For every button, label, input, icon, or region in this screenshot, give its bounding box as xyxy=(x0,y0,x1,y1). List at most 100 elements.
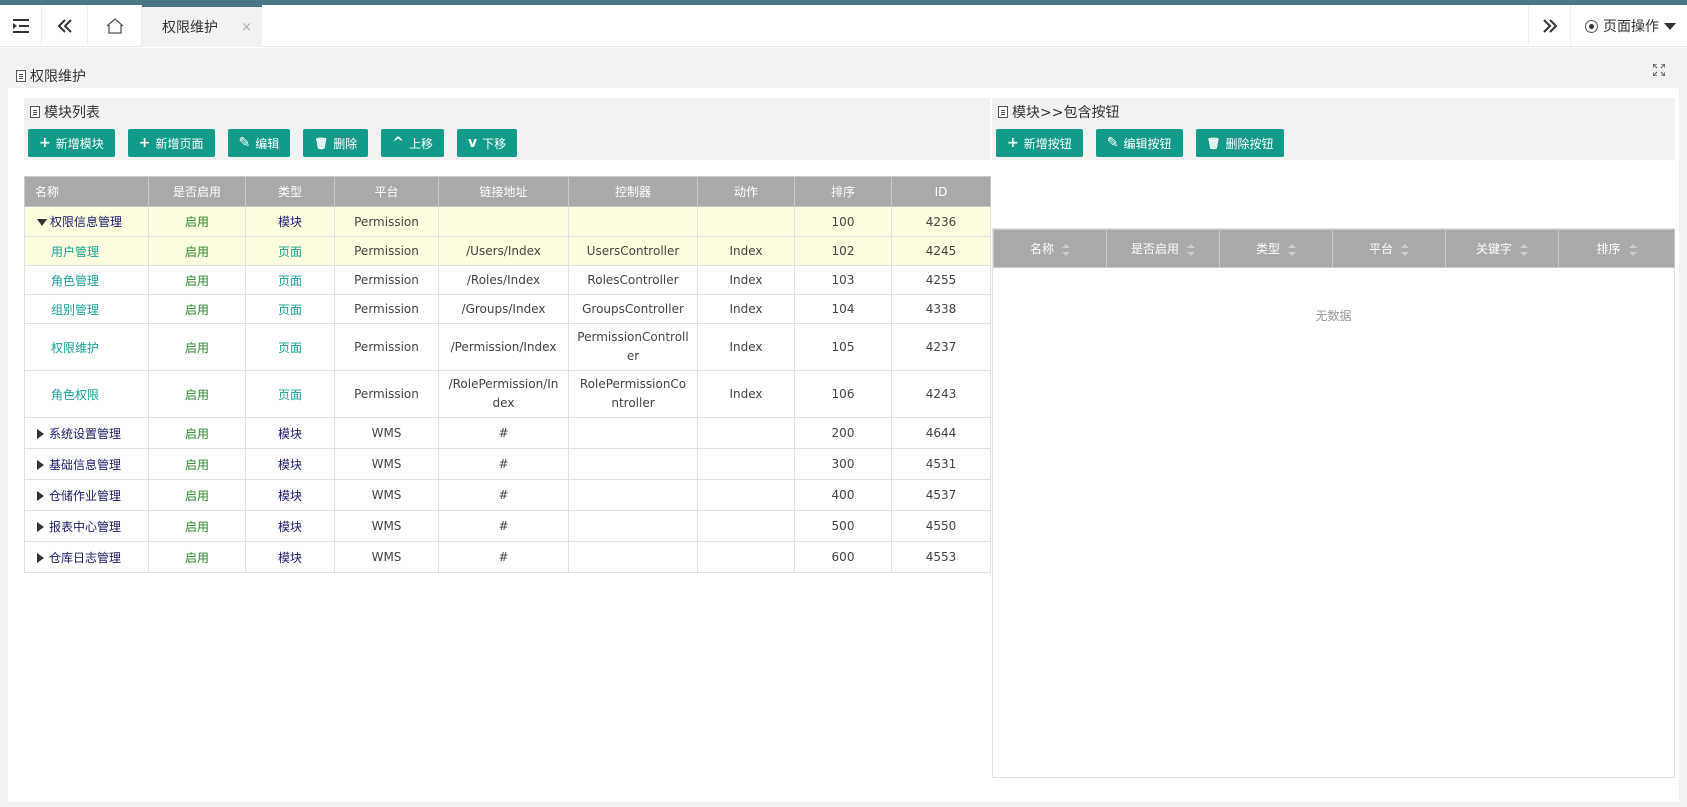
cell-controller: PermissionController xyxy=(568,323,698,371)
cell-id: 4236 xyxy=(891,206,991,237)
column-header-enabled[interactable]: 是否启用 xyxy=(1106,229,1220,268)
cell-name-text: 系统设置管理 xyxy=(49,426,122,441)
page-title-text: 权限维护 xyxy=(30,69,86,85)
top-bar: 权限维护 × 页面操作 xyxy=(0,5,1687,47)
double-chevron-right-icon xyxy=(1542,19,1557,33)
column-header-sort[interactable]: 排序 xyxy=(794,176,892,207)
cell-name-text: 角色权限 xyxy=(51,387,100,402)
cell-action xyxy=(697,206,795,237)
cell-sort: 106 xyxy=(794,370,892,418)
table-row[interactable]: 仓库日志管理 启用 模块 WMS #600 4553 xyxy=(24,541,991,573)
column-header-name[interactable]: 名称 xyxy=(993,229,1107,268)
move-down-button[interactable]: v 下移 xyxy=(456,129,518,157)
column-header-platform[interactable]: 平台 xyxy=(334,176,439,207)
cell-name-text: 角色管理 xyxy=(51,273,100,288)
cell-platform: Permission xyxy=(334,370,439,418)
cell-sort: 104 xyxy=(794,294,892,324)
cell-platform: Permission xyxy=(334,236,439,266)
caret-right-icon[interactable] xyxy=(37,460,44,470)
cell-url: /RolePermission/Index xyxy=(438,370,569,418)
add-button-button[interactable]: + 新增按钮 xyxy=(996,129,1083,157)
column-header-keyword[interactable]: 关键字 xyxy=(1445,229,1559,268)
table-row[interactable]: 报表中心管理 启用 模块 WMS #500 4550 xyxy=(24,510,991,542)
column-header-id[interactable]: ID xyxy=(891,176,991,207)
table-row[interactable]: 基础信息管理 启用 模块 WMS #300 4531 xyxy=(24,448,991,480)
tabs-scroll-left-button[interactable] xyxy=(42,5,88,47)
menu-toggle-button[interactable] xyxy=(0,5,42,47)
caret-right-icon[interactable] xyxy=(37,553,44,563)
fullscreen-button[interactable] xyxy=(1652,63,1666,80)
delete-button[interactable]: 🗑 删除 xyxy=(303,129,369,157)
add-page-button[interactable]: + 新增页面 xyxy=(127,129,215,157)
double-chevron-left-icon xyxy=(57,19,72,33)
delete-label: 删除 xyxy=(333,136,358,151)
table-row[interactable]: 权限信息管理 启用 模块 Permission 100 4236 xyxy=(24,206,991,237)
cell-controller: RolePermissionController xyxy=(568,370,698,418)
column-header-sort[interactable]: 排序 xyxy=(1558,229,1675,268)
column-header-url[interactable]: 链接地址 xyxy=(438,176,569,207)
cell-url: /Users/Index xyxy=(438,236,569,266)
table-row[interactable]: 系统设置管理 启用 模块 WMS #200 4644 xyxy=(24,417,991,449)
edit-label: 编辑 xyxy=(255,136,280,151)
cell-type: 模块 xyxy=(245,448,335,480)
module-list-title: 模块列表 xyxy=(24,98,990,126)
column-header-name[interactable]: 名称 xyxy=(24,176,149,207)
cell-platform: WMS xyxy=(334,448,439,480)
column-header-action[interactable]: 动作 xyxy=(697,176,795,207)
cell-name: 角色管理 xyxy=(24,265,149,295)
cell-type: 模块 xyxy=(245,206,335,237)
sort-icon xyxy=(1288,243,1296,256)
cell-name: 权限信息管理 xyxy=(24,206,149,237)
cell-type: 页面 xyxy=(245,265,335,295)
home-button[interactable] xyxy=(88,5,142,47)
column-header-type[interactable]: 类型 xyxy=(1219,229,1333,268)
caret-down-icon[interactable] xyxy=(37,219,47,226)
button-toolbar: + 新增按钮 ✎ 编辑按钮 🗑 删除按钮 xyxy=(992,126,1675,160)
workspace: 权限维护 模块列表 + 新增模块 + 新增页面 ✎ 编辑 🗑 删除 ^ 上移 v 下移 xyxy=(0,48,1687,807)
column-header-enabled[interactable]: 是否启用 xyxy=(148,176,246,207)
table-row[interactable]: 组别管理 启用 页面 Permission/Groups/Index GroupsCon… xyxy=(24,294,991,324)
fullscreen-icon xyxy=(1652,63,1666,77)
caret-right-icon[interactable] xyxy=(37,429,44,439)
delete-button-button[interactable]: 🗑 删除按钮 xyxy=(1195,129,1285,157)
cell-id: 4531 xyxy=(891,448,991,480)
caret-right-icon[interactable] xyxy=(37,522,44,532)
cell-platform: WMS xyxy=(334,417,439,449)
table-row[interactable]: 角色管理 启用 页面 Permission/Roles/Index RolesContr… xyxy=(24,265,991,295)
table-row[interactable]: 用户管理 启用 页面 Permission/Users/Index UsersContr… xyxy=(24,236,991,266)
table-row[interactable]: 角色权限 启用 页面 Permission/RolePermission/Index R… xyxy=(24,370,991,418)
cell-sort: 400 xyxy=(794,479,892,511)
cell-platform: Permission xyxy=(334,294,439,324)
cell-controller xyxy=(568,417,698,449)
table-row[interactable]: 仓储作业管理 启用 模块 WMS #400 4537 xyxy=(24,479,991,511)
cell-name: 权限维护 xyxy=(24,323,149,371)
edit-button[interactable]: ✎ 编辑 xyxy=(227,129,291,157)
cell-sort: 102 xyxy=(794,236,892,266)
cell-id: 4644 xyxy=(891,417,991,449)
tab-permission-maintenance[interactable]: 权限维护 × xyxy=(142,5,262,47)
module-buttons-title-text: 模块>>包含按钮 xyxy=(1012,105,1120,121)
menu-indent-icon xyxy=(12,19,29,33)
cell-id: 4553 xyxy=(891,541,991,573)
page-operations-dropdown[interactable]: 页面操作 xyxy=(1570,5,1687,47)
close-icon[interactable]: × xyxy=(241,20,252,35)
add-module-button[interactable]: + 新增模块 xyxy=(28,129,115,157)
edit-button-button[interactable]: ✎ 编辑按钮 xyxy=(1095,129,1183,157)
cell-controller xyxy=(568,448,698,480)
cell-url: # xyxy=(438,510,569,542)
cell-url: # xyxy=(438,417,569,449)
column-header-type[interactable]: 类型 xyxy=(245,176,335,207)
cell-enabled: 启用 xyxy=(148,448,246,480)
column-header-platform[interactable]: 平台 xyxy=(1332,229,1446,268)
move-up-button[interactable]: ^ 上移 xyxy=(381,129,444,157)
column-header-controller[interactable]: 控制器 xyxy=(568,176,698,207)
cell-enabled: 启用 xyxy=(148,370,246,418)
content-area: 模块列表 + 新增模块 + 新增页面 ✎ 编辑 🗑 删除 ^ 上移 v 下移 名称 是否启用… xyxy=(8,88,1679,802)
home-icon xyxy=(106,18,123,34)
chevron-up-icon: ^ xyxy=(392,135,404,151)
tabs-scroll-right-button[interactable] xyxy=(1528,5,1570,47)
trash-icon: 🗑 xyxy=(314,136,329,150)
tab-label: 权限维护 xyxy=(162,20,218,36)
table-row[interactable]: 权限维护 启用 页面 Permission/Permission/Index Permi… xyxy=(24,323,991,371)
caret-right-icon[interactable] xyxy=(37,491,44,501)
